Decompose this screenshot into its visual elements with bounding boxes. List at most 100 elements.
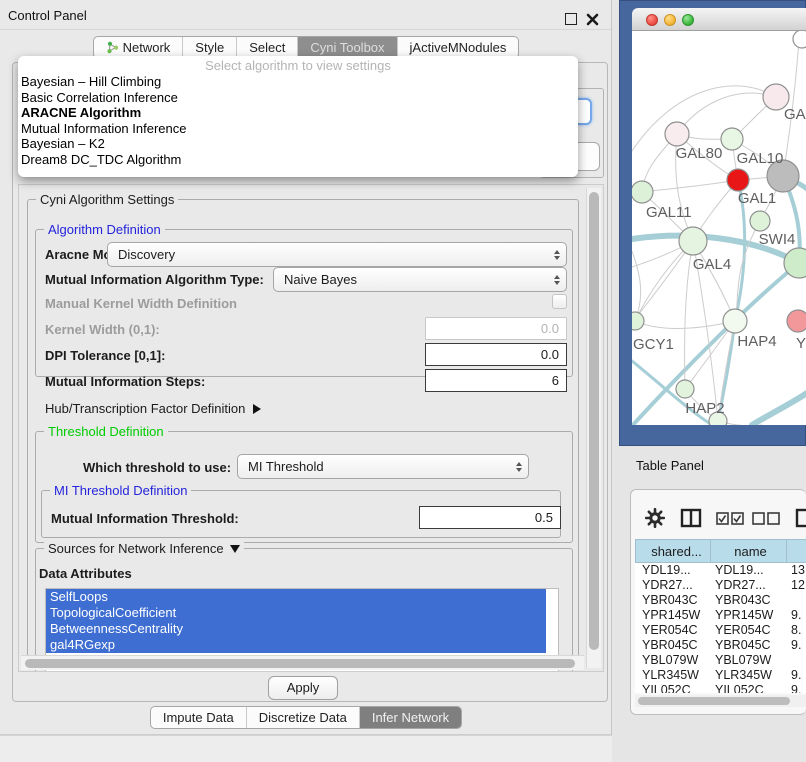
tab-impute-data[interactable]: Impute Data (151, 707, 246, 728)
table-row[interactable]: YBR045CYBR045C9. (635, 638, 806, 653)
table-cell[interactable]: YIL052C (635, 683, 711, 693)
split-column-icon[interactable] (680, 508, 702, 528)
network-edge[interactable] (632, 251, 641, 321)
maximize-traffic-light-icon[interactable] (682, 14, 694, 26)
dropdown-item[interactable]: Dream8 DC_TDC Algorithm (18, 152, 578, 168)
apply-button[interactable]: Apply (268, 676, 338, 700)
tab-infer-network[interactable]: Infer Network (359, 707, 461, 728)
table-cell[interactable]: YBL079W (635, 653, 711, 668)
table-cell[interactable]: YBR043C (635, 593, 711, 608)
aracne-mode-combo[interactable]: Discovery (107, 242, 567, 267)
table-cell[interactable]: 13 (787, 563, 806, 578)
table-cell[interactable] (787, 593, 806, 608)
table-cell[interactable]: YBL079W (711, 653, 787, 668)
dropdown-item[interactable]: Bayesian – Hill Climbing (18, 74, 578, 90)
attribute-list-item[interactable]: TopologicalCoefficient (46, 605, 546, 621)
table-cell[interactable]: YLR345W (635, 668, 711, 683)
network-edge[interactable] (632, 241, 693, 323)
table-cell[interactable]: YER054C (711, 623, 787, 638)
dpi-tolerance-field[interactable]: 0.0 (425, 343, 567, 366)
tab-style[interactable]: Style (182, 37, 236, 58)
hub-definition-expander[interactable]: Hub/Transcription Factor Definition (45, 401, 261, 416)
table-row[interactable]: YER054CYER054C8. (635, 623, 806, 638)
table-row[interactable]: YLR345WYLR345W9. (635, 668, 806, 683)
dropdown-item[interactable]: Mutual Information Inference (18, 121, 578, 137)
tab-select[interactable]: Select (236, 37, 297, 58)
scrollbar-thumb[interactable] (638, 697, 790, 705)
tab-discretize-data[interactable]: Discretize Data (246, 707, 359, 728)
table-cell[interactable]: 9. (787, 638, 806, 653)
network-edge[interactable] (632, 86, 776, 151)
scrollbar-thumb[interactable] (589, 192, 599, 650)
table-cell[interactable]: YDR27... (635, 578, 711, 593)
network-node[interactable] (665, 122, 689, 146)
network-node[interactable] (632, 181, 653, 203)
network-node[interactable] (793, 31, 806, 48)
column-header[interactable]: name (711, 539, 787, 563)
mi-steps-field[interactable]: 6 (425, 369, 567, 392)
table-cell[interactable]: YDL19... (711, 563, 787, 578)
horizontal-scrollbar[interactable] (21, 655, 584, 670)
tab-network[interactable]: Network (94, 37, 183, 58)
table-row[interactable]: YBR043CYBR043C (635, 593, 806, 608)
network-node[interactable] (632, 312, 644, 330)
table-cell[interactable]: YBR045C (711, 638, 787, 653)
table-cell[interactable]: YPR145W (711, 608, 787, 623)
table-cell[interactable]: YBR043C (711, 593, 787, 608)
network-node[interactable] (679, 227, 707, 255)
gear-icon[interactable] (645, 508, 665, 528)
table-cell[interactable]: YBR045C (635, 638, 711, 653)
table-row[interactable]: YDL19...YDL19...13 (635, 563, 806, 578)
network-node[interactable] (750, 211, 770, 231)
network-node[interactable] (727, 169, 749, 191)
network-edge[interactable] (752, 393, 806, 425)
manual-kernel-checkbox[interactable] (552, 294, 567, 309)
minimize-traffic-light-icon[interactable] (664, 14, 676, 26)
table-cell[interactable]: 9. (787, 683, 806, 693)
dropdown-item[interactable]: Basic Correlation Inference (18, 90, 578, 106)
dropdown-item[interactable]: ARACNE Algorithm (18, 105, 578, 121)
tab-cyni-toolbox[interactable]: Cyni Toolbox (297, 37, 396, 58)
network-node[interactable] (676, 380, 694, 398)
table-cell[interactable] (787, 653, 806, 668)
table-cell[interactable]: YDR27... (711, 578, 787, 593)
column-header[interactable] (787, 539, 806, 563)
table-cell[interactable]: YPR145W (635, 608, 711, 623)
unchecked-pair-icon[interactable] (752, 512, 780, 525)
table-cell[interactable]: YDL19... (635, 563, 711, 578)
table-row[interactable]: YDR27...YDR27...12 (635, 578, 806, 593)
network-edge[interactable] (642, 180, 738, 192)
attribute-list-item[interactable]: BetweennessCentrality (46, 621, 546, 637)
network-canvas[interactable]: GALGAL80GAL10GAL1GAL11SWI4GAL4GCY1HAP4YH… (632, 31, 806, 425)
scrollbar-thumb[interactable] (25, 659, 575, 668)
close-traffic-light-icon[interactable] (646, 14, 658, 26)
table-cell[interactable]: 8. (787, 623, 806, 638)
close-icon[interactable] (586, 13, 599, 26)
mi-type-combo[interactable]: Naive Bayes (273, 267, 567, 292)
network-node[interactable] (723, 309, 747, 333)
network-node[interactable] (787, 310, 806, 332)
clipped-icon[interactable] (795, 508, 806, 528)
mi-threshold-field[interactable]: 0.5 (419, 506, 561, 529)
attribute-list-item[interactable]: SelfLoops (46, 589, 546, 605)
table-cell[interactable]: 12 (787, 578, 806, 593)
kernel-width-field[interactable]: 0.0 (425, 317, 567, 340)
which-threshold-combo[interactable]: MI Threshold (237, 454, 529, 479)
dropdown-item[interactable]: Bayesian – K2 (18, 136, 578, 152)
tab-jactivemnodules[interactable]: jActiveMNodules (397, 37, 519, 58)
network-node[interactable] (721, 128, 743, 150)
network-graph[interactable]: GALGAL80GAL10GAL1GAL11SWI4GAL4GCY1HAP4YH… (632, 31, 806, 425)
column-header[interactable]: shared... (635, 539, 711, 563)
table-row[interactable]: YBL079WYBL079W (635, 653, 806, 668)
table-cell[interactable]: 9. (787, 608, 806, 623)
table-cell[interactable]: 9. (787, 668, 806, 683)
network-edge[interactable] (677, 93, 776, 134)
table-row[interactable]: YPR145WYPR145W9. (635, 608, 806, 623)
table-horizontal-scrollbar[interactable] (635, 695, 806, 707)
attribute-list-item[interactable]: gal4RGexp (46, 637, 546, 653)
table-cell[interactable]: YIL052C (711, 683, 787, 693)
vertical-scrollbar[interactable] (586, 188, 601, 668)
table-cell[interactable]: YER054C (635, 623, 711, 638)
checked-pair-icon[interactable] (716, 512, 744, 525)
float-window-icon[interactable] (565, 13, 577, 25)
